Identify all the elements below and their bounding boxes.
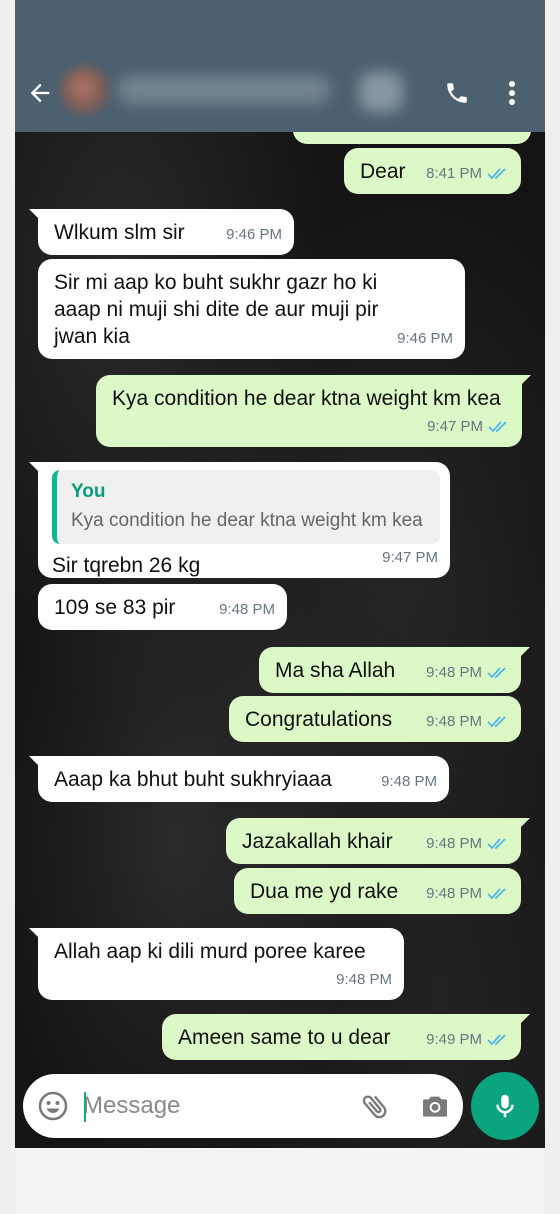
message-composer [23, 1074, 463, 1138]
text-caret [84, 1092, 86, 1122]
message-time: 9:49 PM [426, 1031, 482, 1048]
phone-screen: Dear 8:41 PM Wlkum slm sir 9:46 PM Sir m… [15, 0, 545, 1214]
message-time: 9:47 PM [427, 418, 483, 435]
read-receipt-icon [488, 420, 507, 432]
message-time: 9:48 PM [426, 664, 482, 681]
quote-author: You [71, 481, 106, 502]
message-bubble-outgoing[interactable]: Dear 8:41 PM [344, 148, 521, 194]
voice-call-button[interactable] [440, 76, 474, 110]
message-bubble-incoming-reply[interactable]: You Kya condition he dear ktna weight km… [29, 462, 450, 578]
message-bubble-outgoing[interactable]: Congratulations 9:48 PM [229, 696, 521, 742]
message-bubble-outgoing[interactable]: Ma sha Allah 9:48 PM [259, 647, 530, 693]
message-input[interactable] [83, 1084, 333, 1128]
message-bubble-incoming[interactable]: Aaap ka bhut buht sukhryiaaa 9:48 PM [29, 756, 449, 802]
back-button[interactable] [23, 76, 57, 110]
message-text: Sir mi aap ko buht sukhr gazr ho ki aaap… [54, 271, 379, 348]
chat-header [15, 0, 545, 132]
message-bubble-outgoing[interactable]: Kya condition he dear ktna weight km kea… [96, 375, 531, 447]
message-bubble-incoming[interactable]: Wlkum slm sir 9:46 PM [29, 209, 294, 255]
contact-avatar[interactable] [61, 66, 109, 114]
more-vert-icon [509, 81, 515, 105]
read-receipt-icon [487, 715, 506, 727]
microphone-icon [496, 1094, 514, 1118]
message-bubble-outgoing[interactable]: Ameen same to u dear 9:49 PM [162, 1014, 530, 1060]
back-arrow-icon [30, 83, 50, 103]
read-receipt-icon [487, 666, 506, 678]
emoji-icon [38, 1091, 68, 1121]
message-time: 9:48 PM [426, 885, 482, 902]
message-time: 9:48 PM [219, 601, 275, 618]
video-call-button[interactable] [359, 72, 403, 112]
message-bubble-incoming[interactable]: Sir mi aap ko buht sukhr gazr ho ki aaap… [38, 259, 465, 359]
message-bubble-incoming[interactable]: Allah aap ki dili murd poree karee 9:48 … [29, 928, 404, 1000]
camera-button[interactable] [419, 1090, 451, 1122]
message-time: 9:48 PM [426, 713, 482, 730]
chat-message-list[interactable]: Dear 8:41 PM Wlkum slm sir 9:46 PM Sir m… [15, 132, 545, 1148]
message-time: 9:48 PM [336, 971, 392, 988]
message-text: Kya condition he dear ktna weight km kea [112, 387, 501, 410]
message-time: 9:46 PM [397, 330, 453, 347]
contact-name[interactable] [119, 76, 329, 104]
read-receipt-icon [487, 1033, 506, 1045]
message-bubble-outgoing[interactable]: Dua me yd rake 9:48 PM [234, 868, 521, 914]
quote-text: Kya condition he dear ktna weight km kea [71, 510, 423, 531]
message-time: 8:41 PM [426, 165, 482, 182]
read-receipt-icon [487, 167, 506, 179]
message-bubble-partial[interactable] [293, 132, 531, 144]
more-options-button[interactable] [499, 76, 525, 110]
attach-button[interactable] [359, 1090, 391, 1122]
read-receipt-icon [487, 887, 506, 899]
message-bubble-incoming[interactable]: 109 se 83 pir 9:48 PM [38, 584, 287, 630]
emoji-button[interactable] [37, 1090, 69, 1122]
paperclip-icon [362, 1095, 387, 1119]
phone-icon [447, 83, 467, 103]
read-receipt-icon [487, 837, 506, 849]
system-navigation-bar [15, 1148, 545, 1214]
message-text: Allah aap ki dili murd poree karee [54, 940, 366, 963]
message-text: Aaap ka bhut buht sukhryiaaa [54, 768, 332, 791]
message-time: 9:48 PM [426, 835, 482, 852]
message-time: 9:47 PM [382, 549, 438, 566]
message-time: 9:46 PM [226, 226, 282, 243]
voice-message-button[interactable] [471, 1072, 539, 1140]
quoted-message[interactable]: You Kya condition he dear ktna weight km… [52, 470, 440, 544]
camera-icon [423, 1096, 447, 1117]
message-bubble-outgoing[interactable]: Jazakallah khair 9:48 PM [226, 818, 530, 864]
message-time: 9:48 PM [381, 773, 437, 790]
